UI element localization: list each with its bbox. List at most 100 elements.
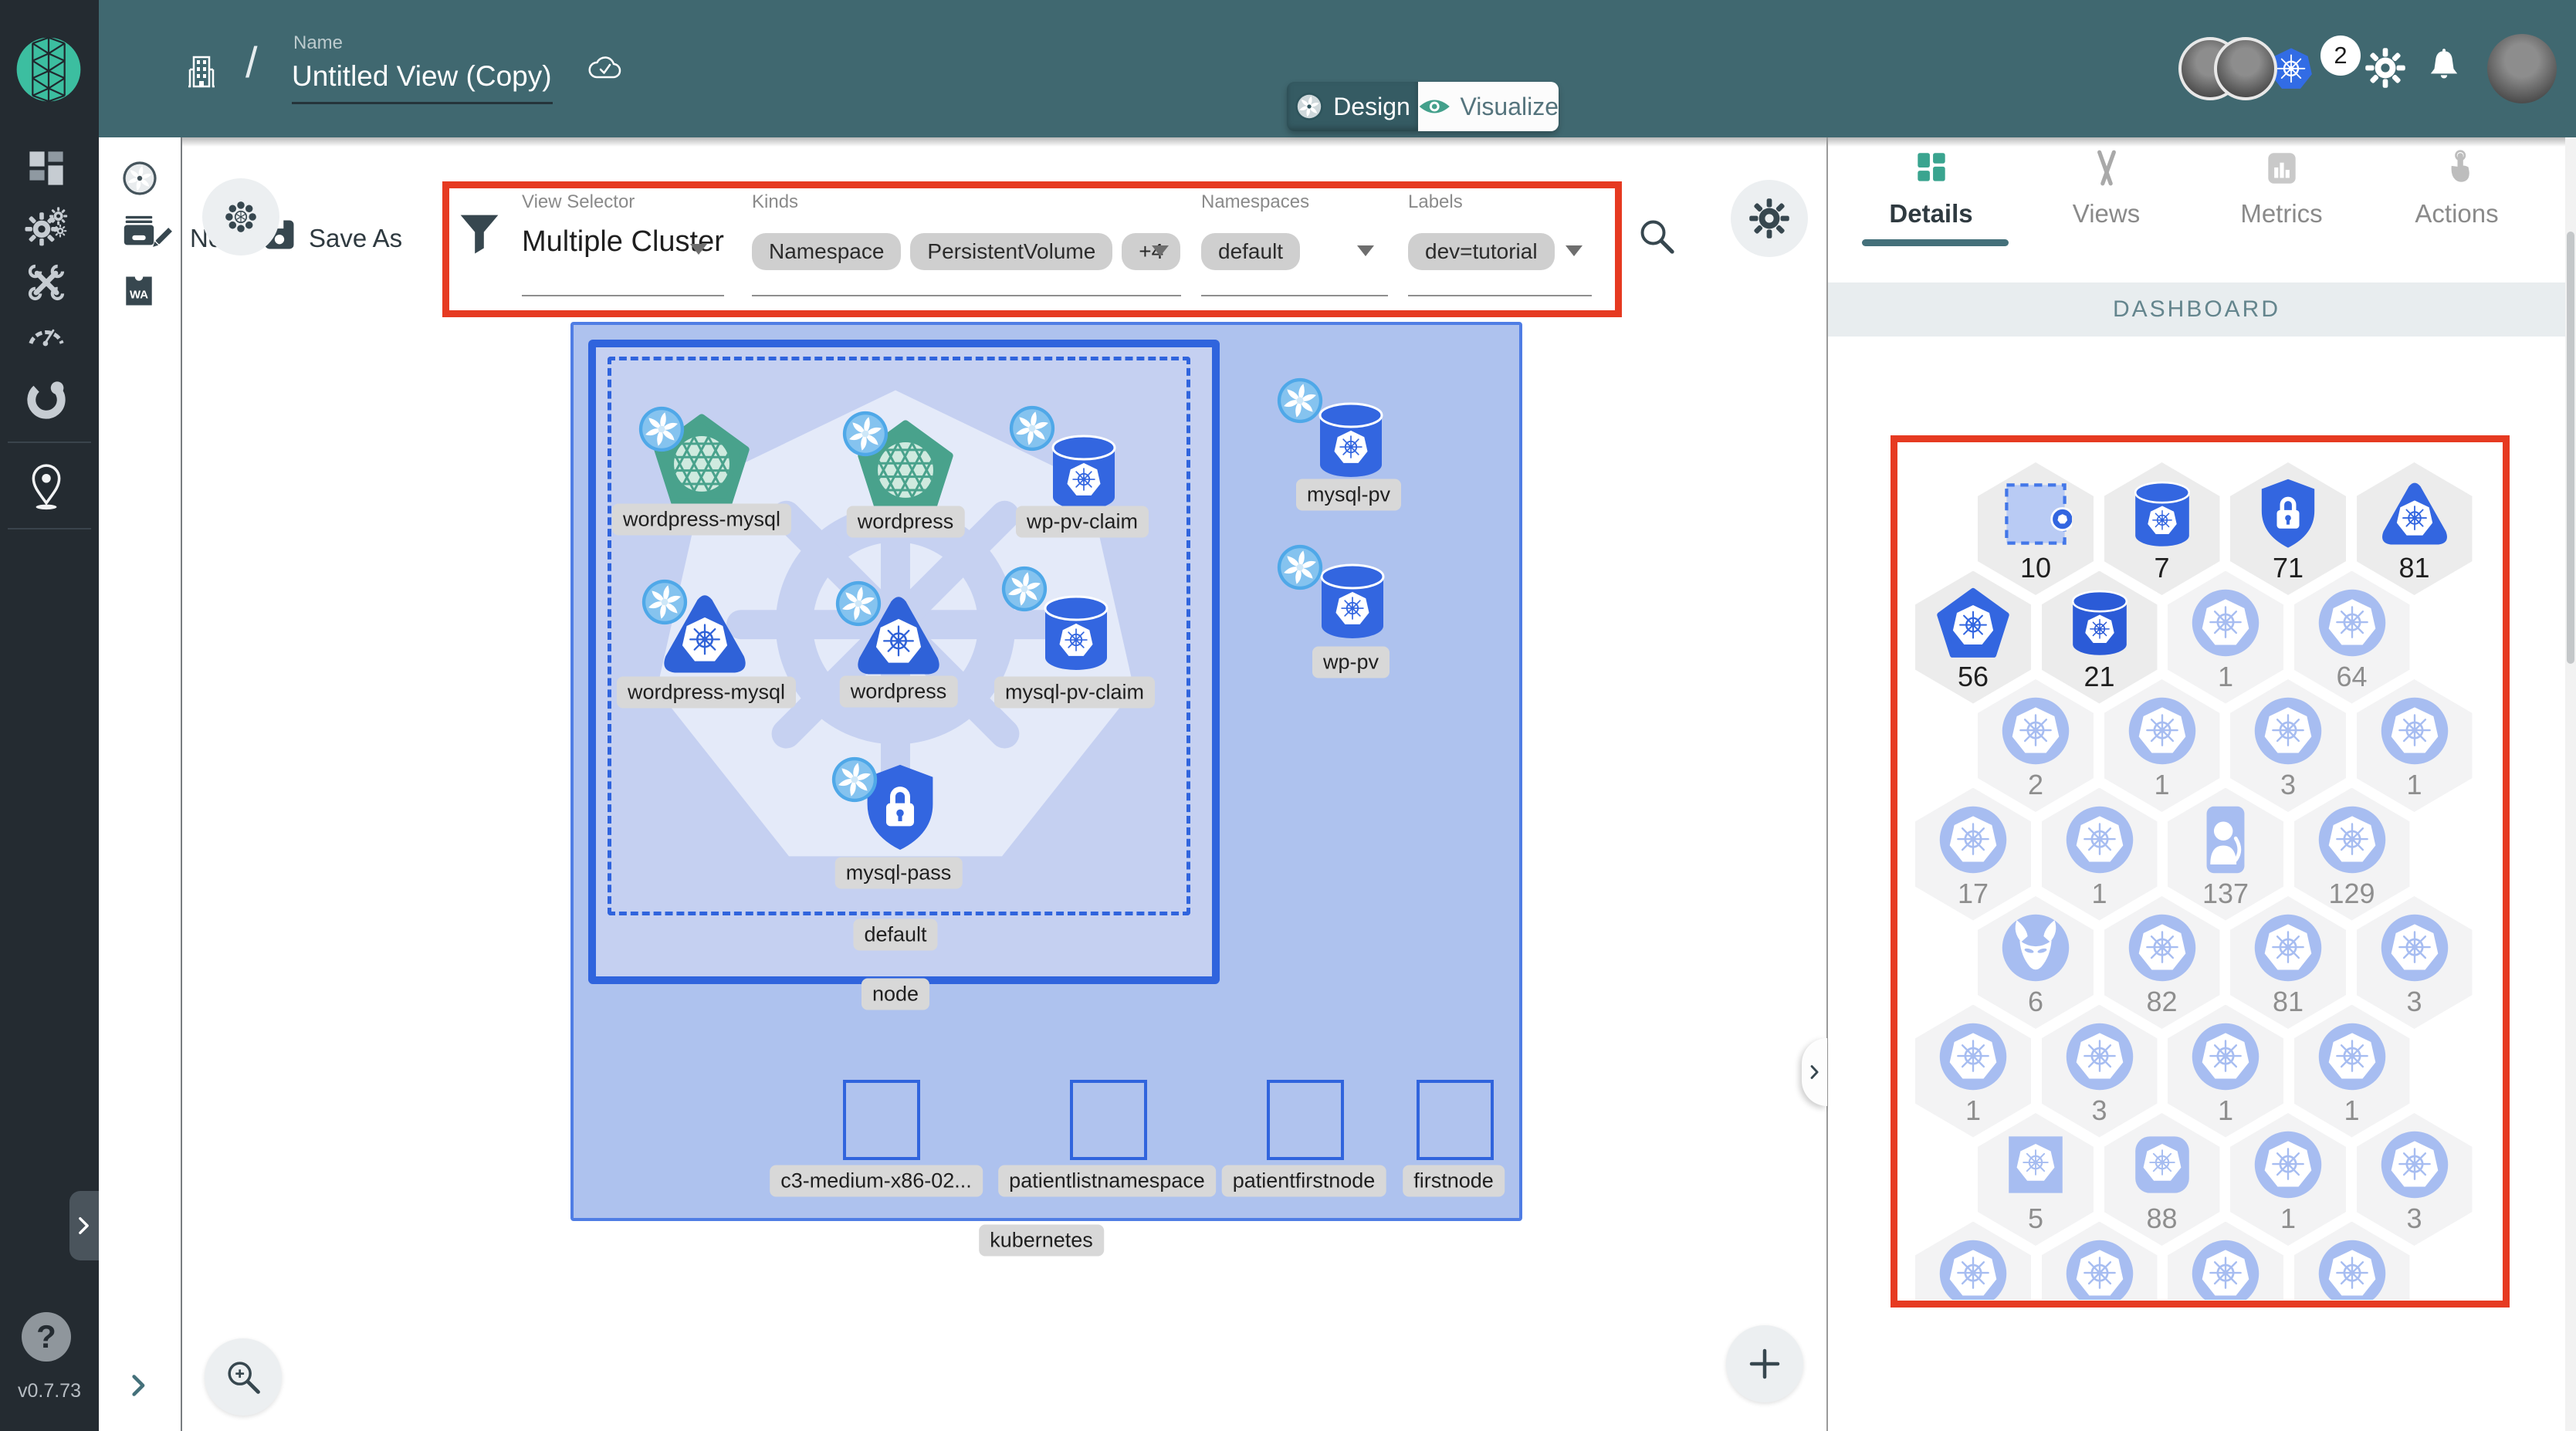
node-square[interactable]: [1070, 1080, 1147, 1160]
cylinder-component[interactable]: [1312, 398, 1390, 482]
hex-k8s-circle[interactable]: 1: [2293, 1004, 2410, 1138]
k8s-circle-icon: [2378, 912, 2451, 984]
component-label: mysql-pv: [1295, 479, 1402, 511]
hex-k8s-circle[interactable]: 1: [2168, 570, 2283, 704]
hex-pvc-cylinder[interactable]: 7: [2104, 462, 2220, 595]
cylinder-component[interactable]: [1045, 430, 1122, 515]
k8s-circle-icon: [2316, 1020, 2388, 1093]
meshery-spiral-badge-icon: [1276, 377, 1324, 425]
person-card-icon: [2189, 803, 2262, 876]
details-panel-tabs: Details Views Metrics Actions: [1843, 148, 2544, 228]
node-square[interactable]: [1417, 1080, 1494, 1160]
k8s-circle-icon: [2189, 587, 2262, 659]
hex-k8s-roundsquare[interactable]: 88: [2104, 1113, 2220, 1246]
pv-cylinder-icon: [2063, 587, 2136, 659]
hex-person-card[interactable]: 137: [2168, 787, 2283, 921]
cylinder-component[interactable]: [1038, 590, 1115, 675]
tab-details-icon: [1911, 148, 1951, 188]
tab-actions[interactable]: Actions: [2369, 148, 2544, 228]
hex-k8s-circle[interactable]: 1: [1915, 1004, 2031, 1138]
hex-k8s-circle[interactable]: 3: [2230, 679, 2346, 812]
hex-count: 3: [2406, 986, 2422, 1017]
hex-namespace-dashed[interactable]: 10: [1978, 462, 2094, 595]
tab-details[interactable]: Details: [1843, 148, 2019, 228]
component-label: wordpress-mysql: [611, 503, 792, 536]
component-label: patientfirstnode: [1221, 1165, 1386, 1197]
component-label: wordpress: [846, 506, 965, 538]
tab-metrics-icon: [2262, 148, 2302, 188]
component-label: mysql-pv-claim: [994, 676, 1156, 709]
hex-pv-cylinder[interactable]: 21: [2041, 570, 2158, 704]
k8s-square-icon: [1999, 1128, 2072, 1201]
node-square[interactable]: [843, 1080, 920, 1160]
tab-label: Metrics: [2240, 199, 2323, 228]
hex-k8s-circle[interactable]: 1: [2168, 1004, 2283, 1138]
hex-count: 129: [2328, 877, 2375, 909]
hex-k8s-circle[interactable]: 1: [2104, 679, 2220, 812]
hex-k8s-circle[interactable]: [2168, 1221, 2283, 1300]
hex-k8s-circle[interactable]: 81: [2230, 896, 2346, 1029]
tab-label: Details: [1889, 199, 1973, 228]
hex-k8s-circle[interactable]: [1915, 1221, 2031, 1300]
k8s-circle-icon: [2189, 1237, 2262, 1300]
hex-count: 3: [2280, 769, 2297, 800]
meshery-spiral-badge-icon: [834, 580, 882, 628]
hex-count: 1: [2280, 1203, 2297, 1234]
k8s-circle-icon: [2252, 695, 2324, 767]
component-flower-button[interactable]: [202, 178, 279, 255]
node-square[interactable]: [1267, 1080, 1344, 1160]
tab-metrics[interactable]: Metrics: [2194, 148, 2369, 228]
panel-scrollbar-thumb[interactable]: [2567, 232, 2574, 664]
k8s-circle-icon: [2252, 1128, 2324, 1201]
hex-k8s-circle[interactable]: 1: [2356, 679, 2473, 812]
hex-count: 1: [2406, 769, 2422, 800]
zoom-in-button[interactable]: [205, 1338, 282, 1416]
rounded-triangle-icon: [2378, 478, 2451, 550]
hex-count: 81: [2398, 552, 2430, 584]
hex-count: 64: [2336, 660, 2368, 692]
cylinder-component[interactable]: [1314, 559, 1391, 644]
meshery-spiral-badge-icon: [641, 578, 689, 626]
hex-k8s-circle[interactable]: 1: [2230, 1113, 2346, 1246]
hex-k8s-circle[interactable]: 3: [2356, 896, 2473, 1029]
hex-k8s-circle[interactable]: 1: [2041, 787, 2158, 921]
k8s-circle-icon: [2378, 1128, 2451, 1201]
hex-count: 17: [1957, 877, 1989, 909]
k8s-circle-icon: [2316, 1237, 2388, 1300]
meshery-spiral-badge-icon: [831, 756, 878, 803]
hex-horned-face[interactable]: 6: [1978, 896, 2094, 1029]
hex-k8s-circle[interactable]: 64: [2293, 570, 2410, 704]
hex-count: 1: [2154, 769, 2170, 800]
meshery-spiral-badge-icon: [841, 410, 889, 458]
hex-rounded-triangle[interactable]: 81: [2356, 462, 2473, 595]
kubernetes-cluster-label: kubernetes: [979, 1224, 1104, 1257]
hex-count: 1: [2217, 660, 2234, 692]
hex-count: 3: [2406, 1203, 2422, 1234]
k8s-circle-icon: [2126, 912, 2199, 984]
hex-k8s-circle[interactable]: 82: [2104, 896, 2220, 1029]
component-label: mysql-pass: [834, 857, 963, 889]
collaborator-avatar[interactable]: [2214, 37, 2277, 100]
k8s-circle-icon: [2252, 912, 2324, 984]
dashboard-section-header: DASHBOARD: [1828, 282, 2565, 337]
meshery-spiral-badge-icon: [638, 405, 685, 453]
hex-k8s-circle[interactable]: 3: [2041, 1004, 2158, 1138]
hex-k8s-square[interactable]: 5: [1978, 1113, 2094, 1246]
hex-count: 2: [2027, 769, 2044, 800]
hex-k8s-circle[interactable]: 3: [2356, 1113, 2473, 1246]
hex-count: 81: [2272, 986, 2304, 1017]
hex-count: 56: [1957, 660, 1989, 692]
hex-k8s-circle[interactable]: 2: [1978, 679, 2094, 812]
tab-views[interactable]: Views: [2019, 148, 2194, 228]
k8s-circle-icon: [2063, 1237, 2136, 1300]
hex-count: 1: [2217, 1094, 2234, 1126]
hex-count: 21: [2083, 660, 2115, 692]
hex-count: 137: [2202, 877, 2249, 909]
hex-k8s-circle[interactable]: 129: [2293, 787, 2410, 921]
add-button[interactable]: [1726, 1325, 1803, 1402]
hex-secret-shield[interactable]: 71: [2230, 462, 2346, 595]
hex-k8s-circle[interactable]: [2293, 1221, 2410, 1300]
hex-k8s-circle[interactable]: 17: [1915, 787, 2031, 921]
hex-k8s-circle[interactable]: [2041, 1221, 2158, 1300]
hex-node-pentagon[interactable]: 56: [1915, 570, 2031, 704]
